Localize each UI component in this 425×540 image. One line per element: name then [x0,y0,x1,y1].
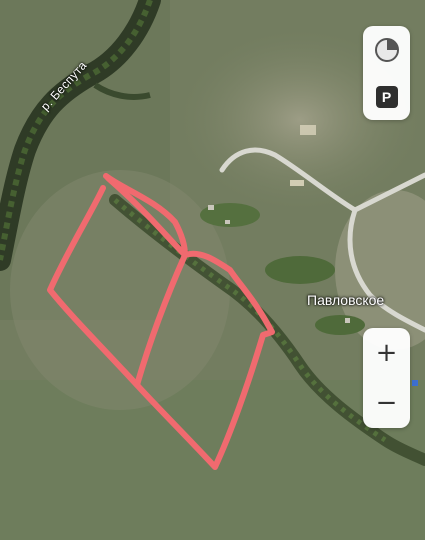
tree-cluster [315,315,365,335]
traffic-button[interactable] [363,26,410,73]
building [412,380,418,386]
building [300,125,316,135]
zoom-in-button[interactable]: + [363,328,410,378]
village-label: Павловское [307,292,385,308]
building [225,220,230,224]
parking-icon: P [375,85,398,108]
zoom-control: + − [363,328,410,428]
building [208,205,214,210]
building [290,180,304,186]
building [345,318,350,323]
tree-cluster [265,256,335,284]
traffic-icon [374,37,399,62]
map-layers-control: P [363,26,410,120]
parking-button[interactable]: P [363,73,410,120]
zoom-out-button[interactable]: − [363,378,410,428]
